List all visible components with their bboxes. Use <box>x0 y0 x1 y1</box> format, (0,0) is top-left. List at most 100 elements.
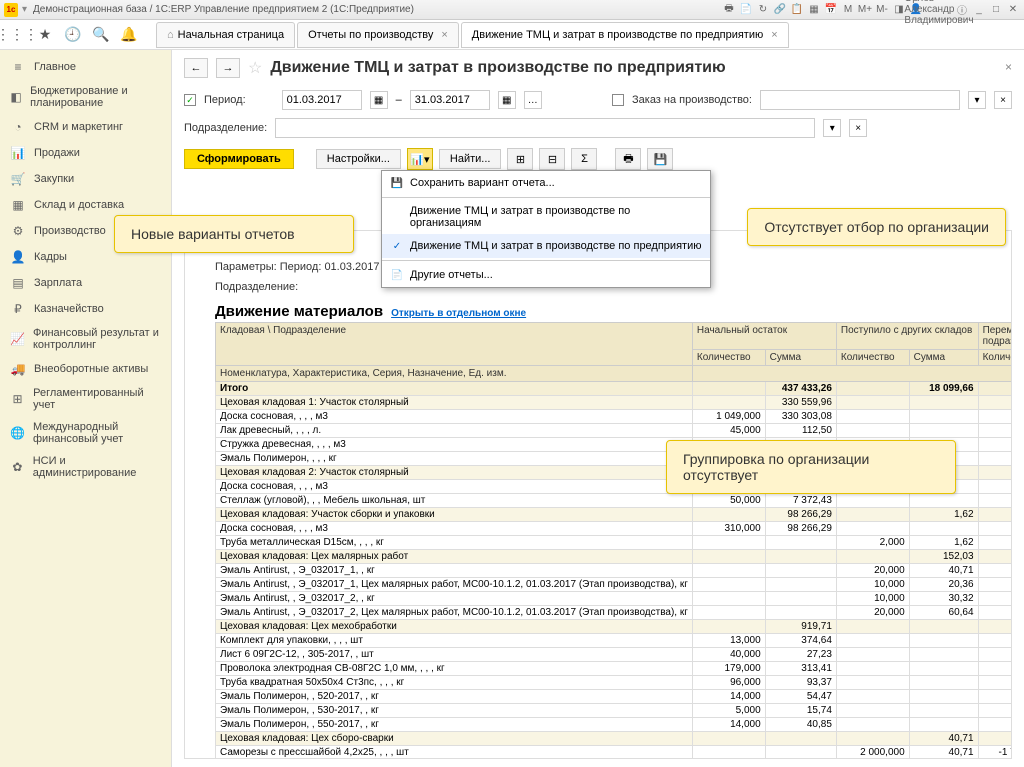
sidebar-icon: ◔ <box>10 119 26 135</box>
save-icon[interactable]: 📄 <box>739 3 753 17</box>
table-row[interactable]: Цеховая кладовая: Цех сборо-сварки40,71-… <box>216 732 1013 746</box>
sidebar-item-9[interactable]: ₽Казначейство <box>0 296 171 322</box>
table-row[interactable]: Доска сосновая, , , , м31 049,000330 303… <box>216 410 1013 424</box>
m-icon[interactable]: M <box>841 3 855 17</box>
tab-home[interactable]: ⌂Начальная страница <box>156 22 295 48</box>
history-icon[interactable]: 🕘 <box>62 24 84 46</box>
table-row[interactable]: Цеховая кладовая: Цех малярных работ152,… <box>216 550 1013 564</box>
sidebar-icon: 📊 <box>10 145 26 161</box>
table-row[interactable]: Эмаль Antirust, , Э_032017_1, , кг20,000… <box>216 564 1013 578</box>
th-qty3: Количество <box>978 350 1012 366</box>
report-body[interactable]: Параметры: Период: 01.03.2017 - 31.03.20… <box>184 230 1012 759</box>
th-storage: Кладовая \ Подразделение <box>220 325 688 336</box>
dd-variant-org[interactable]: Движение ТМЦ и затрат в производстве по … <box>382 200 710 234</box>
close-icon[interactable]: × <box>441 29 447 41</box>
sidebar-item-11[interactable]: 🚚Внеоборотные активы <box>0 356 171 382</box>
table-row[interactable]: Эмаль Antirust, , Э_032017_2, Цех малярн… <box>216 606 1013 620</box>
back-button[interactable]: ← <box>184 58 208 78</box>
calendar-to-icon[interactable]: ▦ <box>498 91 516 109</box>
print-report-icon[interactable]: 🖶 <box>615 148 641 170</box>
table-row[interactable]: Итого437 433,2618 099,66 <box>216 382 1013 396</box>
dd-variant-enterprise[interactable]: ✓Движение ТМЦ и затрат в производстве по… <box>382 234 710 258</box>
order-input[interactable] <box>760 90 960 110</box>
table-row[interactable]: Комплект для упаковки, , , , шт13,000374… <box>216 634 1013 648</box>
close-window-icon[interactable]: ✕ <box>1006 3 1020 17</box>
sidebar-item-0[interactable]: ≡Главное <box>0 54 171 80</box>
dept-input[interactable] <box>275 118 815 138</box>
dd-save-variant[interactable]: 💾Сохранить вариант отчета... <box>382 171 710 195</box>
dropdown-icon[interactable]: ▾ <box>22 4 27 15</box>
sidebar-item-1[interactable]: ◧Бюджетирование и планирование <box>0 80 171 114</box>
apps-icon[interactable]: ⋮⋮⋮ <box>6 24 28 46</box>
table-row[interactable]: Труба металлическая D15см, , , , кг2,000… <box>216 536 1013 550</box>
table-row[interactable]: Лак древесный, , , , л.45,000112,50 <box>216 424 1013 438</box>
table-row[interactable]: Проволока электродная СВ-08Г2С 1,0 мм, ,… <box>216 662 1013 676</box>
info-icon[interactable]: ⓘ <box>955 3 969 17</box>
table-row[interactable]: Эмаль Antirust, , Э_032017_2, , кг10,000… <box>216 592 1013 606</box>
table-row[interactable]: Труба квадратная 50х50х4 Ст3пс, , , , кг… <box>216 676 1013 690</box>
m-minus-icon[interactable]: M- <box>875 3 889 17</box>
favorite-icon[interactable]: ★ <box>34 24 56 46</box>
sidebar-item-8[interactable]: ▤Зарплата <box>0 270 171 296</box>
table-row[interactable]: Цеховая кладовая 1: Участок столярный330… <box>216 396 1013 410</box>
table-row[interactable]: Цеховая кладовая: Цех мехобработки919,71 <box>216 620 1013 634</box>
sidebar-label: Главное <box>34 61 76 73</box>
sidebar-item-12[interactable]: ⊞Регламентированный учет <box>0 382 171 416</box>
open-separate-link[interactable]: Открыть в отдельном окне <box>391 308 526 319</box>
tab-current[interactable]: Движение ТМЦ и затрат в производстве по … <box>461 22 789 48</box>
copy-icon[interactable]: 📋 <box>790 3 804 17</box>
search-icon[interactable]: 🔍 <box>90 24 112 46</box>
date-from-input[interactable] <box>282 90 362 110</box>
order-clear-icon[interactable]: × <box>994 91 1012 109</box>
table-row[interactable]: Саморезы с прессшайбой 4,2х25, , , , шт2… <box>216 746 1013 760</box>
table-row[interactable]: Эмаль Полимерон, , 550-2017, , кг14,0004… <box>216 718 1013 732</box>
user-name[interactable]: Орлов Александр Владимирович <box>932 3 946 17</box>
table-row[interactable]: Стеллаж (угловой), , , Мебель школьная, … <box>216 494 1013 508</box>
forward-button[interactable]: → <box>216 58 240 78</box>
link-icon[interactable]: 🔗 <box>773 3 787 17</box>
star-icon[interactable]: ☆ <box>248 58 262 78</box>
minimize-icon[interactable]: _ <box>972 3 986 17</box>
calc-icon[interactable]: ▦ <box>807 3 821 17</box>
sidebar-item-13[interactable]: 🌐Международный финансовый учет <box>0 416 171 450</box>
sidebar-item-2[interactable]: ◔CRM и маркетинг <box>0 114 171 140</box>
date-to-input[interactable] <box>410 90 490 110</box>
sum-icon[interactable]: Σ <box>571 148 597 170</box>
m-plus-icon[interactable]: M+ <box>858 3 872 17</box>
settings-button[interactable]: Настройки... <box>316 149 401 169</box>
dept-clear-icon[interactable]: × <box>849 119 867 137</box>
save-report-icon[interactable]: 💾 <box>647 148 673 170</box>
run-button[interactable]: Сформировать <box>184 149 294 169</box>
table-row[interactable]: Доска сосновая, , , , м3310,00098 266,29 <box>216 522 1013 536</box>
expand-icon[interactable]: ⊞ <box>507 148 533 170</box>
page-title: Движение ТМЦ и затрат в производстве по … <box>270 59 725 77</box>
table-row[interactable]: Эмаль Полимерон, , 530-2017, , кг5,00015… <box>216 704 1013 718</box>
sidebar-item-4[interactable]: 🛒Закупки <box>0 166 171 192</box>
period-checkbox[interactable]: ✓ <box>184 94 196 106</box>
sidebar-item-14[interactable]: ✿НСИ и администрирование <box>0 450 171 484</box>
table-row[interactable]: Эмаль Antirust, , Э_032017_1, Цех малярн… <box>216 578 1013 592</box>
order-select-icon[interactable]: ▾ <box>968 91 986 109</box>
variants-button[interactable]: 📊▾ <box>407 148 433 170</box>
table-row[interactable]: Лист 6 09Г2С-12, , 305-2017, , шт40,0002… <box>216 648 1013 662</box>
period-select-icon[interactable]: … <box>524 91 542 109</box>
close-icon[interactable]: × <box>771 29 777 41</box>
refresh-icon[interactable]: ↻ <box>756 3 770 17</box>
find-button[interactable]: Найти... <box>439 149 502 169</box>
collapse-icon[interactable]: ⊟ <box>539 148 565 170</box>
dept-select-icon[interactable]: ▾ <box>823 119 841 137</box>
calendar-icon[interactable]: 📅 <box>824 3 838 17</box>
table-row[interactable]: Цеховая кладовая: Участок сборки и упако… <box>216 508 1013 522</box>
close-page-icon[interactable]: × <box>1005 60 1012 74</box>
sidebar-item-3[interactable]: 📊Продажи <box>0 140 171 166</box>
dd-v2-label: Движение ТМЦ и затрат в производстве по … <box>410 240 701 252</box>
dd-other-reports[interactable]: 📄Другие отчеты... <box>382 263 710 287</box>
maximize-icon[interactable]: □ <box>989 3 1003 17</box>
print-icon[interactable]: 🖶 <box>722 3 736 17</box>
table-row[interactable]: Эмаль Полимерон, , 520-2017, , кг14,0005… <box>216 690 1013 704</box>
bell-icon[interactable]: 🔔 <box>118 24 140 46</box>
sidebar-item-10[interactable]: 📈Финансовый результат и контроллинг <box>0 322 171 356</box>
calendar-from-icon[interactable]: ▦ <box>370 91 388 109</box>
order-checkbox[interactable]: ✓ <box>612 94 624 106</box>
tab-reports[interactable]: Отчеты по производству× <box>297 22 459 48</box>
